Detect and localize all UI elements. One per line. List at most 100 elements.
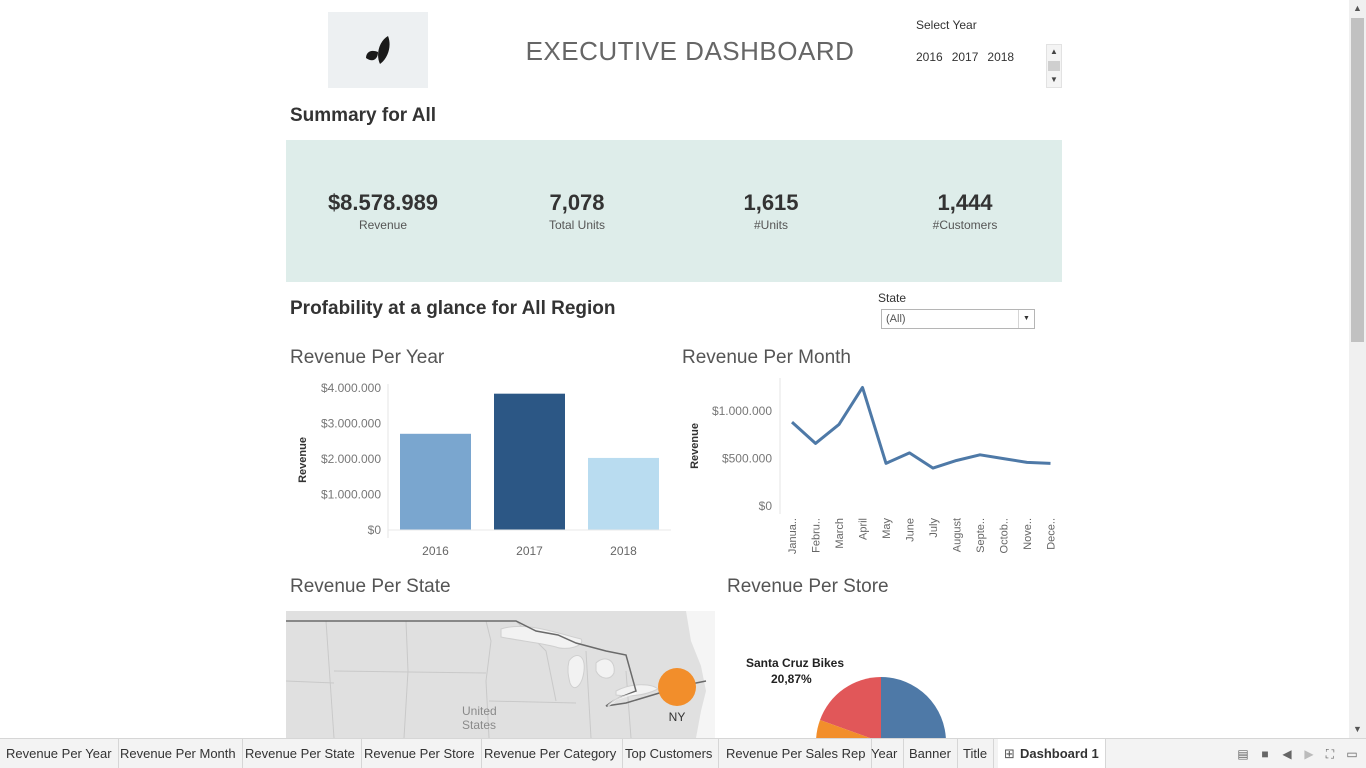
tab-year[interactable]: Year	[865, 739, 905, 768]
state-filter-dropdown[interactable]: (All) ▼	[881, 309, 1035, 329]
revenue-per-year-title: Revenue Per Year	[290, 347, 445, 368]
map-country-label-line2: States	[462, 718, 496, 732]
x-tick-label: Octob..	[999, 518, 1011, 553]
tab-dashboard-1[interactable]: ⊞ Dashboard 1	[998, 739, 1106, 768]
kpi-label: #Units	[753, 218, 788, 232]
tab-revenue-per-category[interactable]: Revenue Per Category	[478, 739, 624, 768]
fullscreen-icon[interactable]: ⛶	[1322, 746, 1338, 762]
x-tick-label: Septe..	[975, 518, 987, 553]
kpi-value: 7,078	[549, 190, 605, 215]
y-tick-label: $4.000.000	[321, 381, 381, 395]
year-option-2016[interactable]: 2016	[916, 50, 943, 64]
map-canvas: United States NY	[286, 611, 715, 738]
pie-slice-label-name: Santa Cruz Bikes	[746, 656, 845, 670]
y-tick-label: $1.000.000	[712, 404, 772, 418]
tab-title[interactable]: Title	[957, 739, 995, 768]
revenue-per-store-pie	[816, 677, 946, 738]
map-marker-ny[interactable]	[658, 668, 696, 706]
tab-dashboard-1-label: Dashboard 1	[1020, 746, 1099, 761]
state-filter-value: (All)	[886, 313, 906, 325]
y-axis-title: Revenue	[689, 423, 701, 469]
y-tick-label: $1.000.000	[321, 488, 381, 502]
sheet-tab-bar: Revenue Per Year Revenue Per Month Reven…	[0, 738, 1366, 768]
profitability-title: Profability at a glance for All Region	[290, 298, 616, 319]
summary-title: Summary for All	[290, 105, 437, 126]
presentation-mode-icon[interactable]: ▭	[1344, 746, 1360, 762]
dashboard-title: EXECUTIVE DASHBOARD	[525, 36, 855, 66]
x-tick-label: Janua..	[787, 518, 799, 554]
x-tick-label: Dece..	[1046, 518, 1058, 550]
year-scroll-down-icon[interactable]: ▼	[1047, 73, 1061, 87]
x-tick-label: 2016	[422, 544, 449, 558]
y-tick-label: $0	[759, 499, 773, 513]
revenue-line	[790, 385, 1051, 470]
filmstrip-view-icon[interactable]: ▤	[1235, 746, 1251, 762]
year-option-2018[interactable]: 2018	[987, 50, 1014, 64]
revenue-per-month-chart: $0 $500.000 $1.000.000 Revenue Janua.. Febru.…	[689, 378, 1058, 554]
kpi-customers: 1,444 #Customers	[868, 190, 1062, 232]
select-year-label: Select Year	[916, 18, 977, 32]
year-scroll-thumb[interactable]	[1048, 61, 1060, 71]
tab-top-customers[interactable]: Top Customers	[619, 739, 720, 768]
state-filter-label: State	[878, 291, 907, 305]
bar-2017	[494, 393, 565, 530]
kpi-label: Total Units	[548, 218, 606, 232]
revenue-per-state-map[interactable]: United States NY	[286, 611, 715, 738]
kpi-total-units: 7,078 Total Units	[480, 190, 674, 232]
revenue-per-store-title: Revenue Per Store	[727, 576, 889, 597]
scrollbar-thumb[interactable]	[1351, 18, 1364, 342]
x-tick-label: June	[905, 518, 917, 542]
tab-revenue-per-store[interactable]: Revenue Per Store	[358, 739, 482, 768]
kpi-label: #Customers	[932, 218, 998, 232]
revenue-per-state-title: Revenue Per State	[290, 576, 451, 597]
scroll-down-icon[interactable]: ▼	[1349, 721, 1366, 738]
tab-revenue-per-month[interactable]: Revenue Per Month	[114, 739, 243, 768]
year-scroll-up-icon[interactable]: ▲	[1047, 45, 1061, 59]
x-tick-label: 2017	[516, 544, 543, 558]
kpi-value: $8.578.989	[327, 190, 439, 215]
x-tick-label: 2018	[610, 544, 637, 558]
previous-sheet-icon[interactable]: ◀	[1279, 746, 1295, 762]
year-filter-list: 2016 2017 2018	[916, 50, 1014, 64]
kpi-label: Revenue	[358, 218, 408, 232]
x-tick-label: Nove..	[1022, 518, 1034, 550]
year-filter-scrollbar[interactable]: ▲ ▼	[1046, 44, 1062, 88]
map-marker-label: NY	[669, 710, 686, 724]
x-tick-label: Febru..	[811, 518, 823, 553]
bar-2018	[588, 457, 659, 530]
map-country-label-line1: United	[462, 704, 497, 718]
tab-revenue-per-sales-rep[interactable]: Revenue Per Sales Rep	[720, 739, 873, 768]
vertical-scrollbar[interactable]: ▲ ▼	[1349, 0, 1366, 738]
leaf-logo-icon	[366, 36, 390, 64]
sheet-view-icon[interactable]: ■	[1257, 746, 1273, 762]
pie-slice-label-percent: 20,87%	[771, 672, 812, 686]
bar-2016	[400, 433, 471, 530]
y-tick-label: $3.000.000	[321, 417, 381, 431]
tab-banner[interactable]: Banner	[903, 739, 958, 768]
y-tick-label: $2.000.000	[321, 452, 381, 466]
year-option-2017[interactable]: 2017	[952, 50, 979, 64]
x-tick-label: March	[834, 518, 846, 549]
chevron-down-icon[interactable]: ▼	[1018, 310, 1034, 328]
x-tick-label: April	[858, 518, 870, 540]
kpi-revenue: $8.578.989 Revenue	[286, 190, 480, 232]
revenue-per-month-title: Revenue Per Month	[682, 347, 851, 368]
kpi-value: 1,444	[937, 190, 993, 215]
y-axis-title: Revenue	[297, 437, 309, 483]
kpi-panel: $8.578.989 Revenue 7,078 Total Units 1,6…	[286, 140, 1062, 282]
kpi-value: 1,615	[743, 190, 799, 215]
x-tick-label: August	[952, 518, 964, 552]
logo	[328, 12, 428, 88]
x-tick-label: May	[881, 518, 893, 539]
x-tick-label: July	[928, 518, 940, 538]
y-tick-label: $500.000	[722, 452, 772, 466]
kpi-units: 1,615 #Units	[674, 190, 868, 232]
y-tick-label: $0	[368, 523, 382, 537]
scroll-up-icon[interactable]: ▲	[1349, 0, 1366, 17]
next-sheet-icon[interactable]: ▶	[1301, 746, 1317, 762]
revenue-per-year-chart: $0 $1.000.000 $2.000.000 $3.000.000 $4.000.0…	[297, 381, 671, 558]
tab-revenue-per-year[interactable]: Revenue Per Year	[0, 739, 119, 768]
dashboard-grid-icon: ⊞	[1004, 746, 1015, 761]
pie-slice-blue[interactable]	[881, 677, 946, 738]
tab-revenue-per-state[interactable]: Revenue Per State	[239, 739, 362, 768]
